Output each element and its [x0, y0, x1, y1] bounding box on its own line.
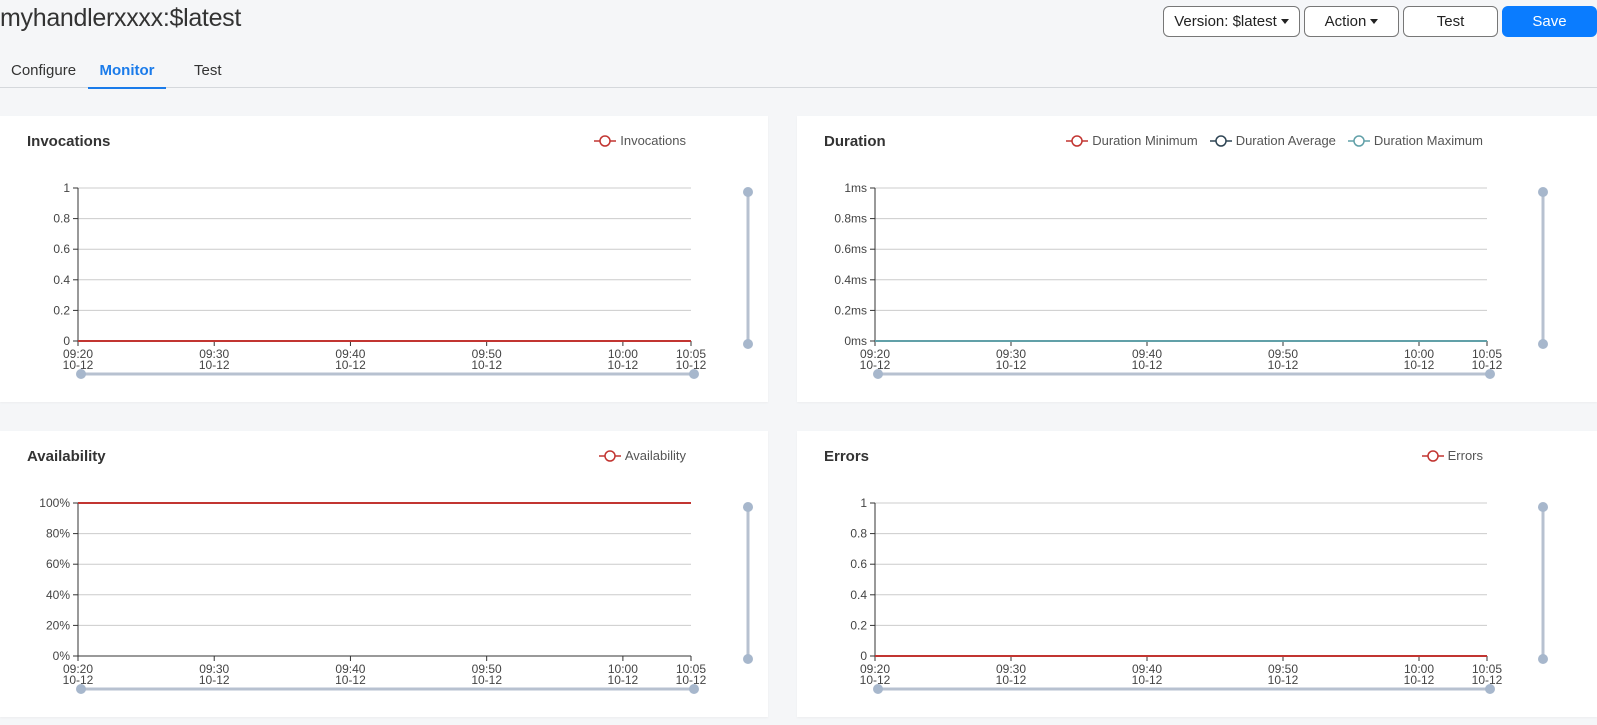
version-label: Version: $latest	[1174, 13, 1277, 30]
y-tick-label: 0	[63, 334, 70, 348]
action-dropdown-button[interactable]: Action	[1304, 6, 1399, 37]
save-button[interactable]: Save	[1502, 6, 1597, 37]
x-tick-label-date: 10-12	[1132, 358, 1163, 372]
caret-down-icon	[1280, 19, 1289, 24]
errors-chart: 00.20.40.60.8109:2010-1209:3010-1209:401…	[850, 496, 1548, 694]
x-tick-label-date: 10-12	[1132, 673, 1163, 687]
tab-bar: Configure Monitor Test	[0, 56, 1597, 89]
y-zoom-handle-top[interactable]	[1538, 187, 1548, 197]
page-title: myhandlerxxxx:$latest	[0, 4, 242, 32]
x-zoom-handle-end[interactable]	[1485, 684, 1495, 694]
x-tick-label-date: 10-12	[996, 673, 1027, 687]
x-zoom-handle-start[interactable]	[76, 684, 86, 694]
y-tick-label: 100%	[39, 496, 70, 510]
y-tick-label: 0%	[53, 649, 71, 663]
x-tick-label-date: 10-12	[199, 673, 230, 687]
version-dropdown-button[interactable]: Version: $latest	[1163, 6, 1300, 37]
x-zoom-handle-end[interactable]	[1485, 369, 1495, 379]
x-tick-label-date: 10-12	[608, 358, 639, 372]
tab-test[interactable]: Test	[194, 62, 222, 87]
x-tick-label-date: 10-12	[471, 358, 502, 372]
y-tick-label: 0.8	[53, 212, 70, 226]
y-tick-label: 40%	[46, 588, 70, 602]
availability-chart: 0%20%40%60%80%100%09:2010-1209:3010-1209…	[39, 496, 753, 694]
duration-chart: 0ms0.2ms0.4ms0.6ms0.8ms1ms09:2010-1209:3…	[834, 181, 1548, 379]
y-zoom-handle-top[interactable]	[743, 187, 753, 197]
y-tick-label: 1ms	[844, 181, 867, 195]
test-button[interactable]: Test	[1403, 6, 1498, 37]
y-zoom-handle-bottom[interactable]	[743, 654, 753, 664]
x-tick-label-date: 10-12	[608, 673, 639, 687]
y-tick-label: 0.4ms	[834, 273, 867, 287]
y-tick-label: 20%	[46, 618, 70, 632]
x-zoom-handle-start[interactable]	[873, 684, 883, 694]
x-zoom-handle-end[interactable]	[689, 684, 699, 694]
action-label: Action	[1324, 13, 1367, 30]
x-tick-label-date: 10-12	[996, 358, 1027, 372]
y-zoom-handle-bottom[interactable]	[1538, 654, 1548, 664]
x-tick-label-date: 10-12	[199, 358, 230, 372]
y-tick-label: 0.2ms	[834, 303, 867, 317]
y-tick-label: 0.8	[850, 527, 867, 541]
x-tick-label-date: 10-12	[1268, 358, 1299, 372]
y-tick-label: 80%	[46, 527, 70, 541]
invocations-chart: 00.20.40.60.8109:2010-1209:3010-1209:401…	[53, 181, 753, 379]
x-tick-label-date: 10-12	[335, 358, 366, 372]
x-zoom-handle-end[interactable]	[689, 369, 699, 379]
invocations-panel: Invocations Invocations 0 0.2 0.4 0.6 0.8 1 09…	[0, 116, 768, 402]
y-tick-label: 0.6	[850, 557, 867, 571]
y-tick-label: 0.4	[53, 273, 70, 287]
x-zoom-handle-start[interactable]	[873, 369, 883, 379]
y-zoom-handle-top[interactable]	[1538, 502, 1548, 512]
y-tick-label: 0ms	[844, 334, 867, 348]
x-tick-label-date: 10-12	[1404, 358, 1435, 372]
x-zoom-handle-start[interactable]	[76, 369, 86, 379]
y-zoom-handle-top[interactable]	[743, 502, 753, 512]
x-tick-label-date: 10-12	[335, 673, 366, 687]
y-tick-label: 60%	[46, 557, 70, 571]
y-zoom-handle-bottom[interactable]	[743, 339, 753, 349]
x-tick-label-date: 10-12	[1404, 673, 1435, 687]
y-tick-label: 1	[63, 181, 70, 195]
x-tick-label-date: 10-12	[471, 673, 502, 687]
caret-down-icon	[1370, 19, 1379, 24]
duration-panel: Duration Duration Minimum Duration Averag…	[797, 116, 1597, 402]
y-tick-label: 0.6ms	[834, 242, 867, 256]
y-tick-label: 0	[860, 649, 867, 663]
y-zoom-handle-bottom[interactable]	[1538, 339, 1548, 349]
tab-monitor[interactable]: Monitor	[88, 62, 166, 89]
y-tick-label: 0.2	[53, 303, 70, 317]
y-tick-label: 0.8ms	[834, 212, 867, 226]
x-tick-label-date: 10-12	[1268, 673, 1299, 687]
tab-configure[interactable]: Configure	[11, 62, 76, 87]
y-tick-label: 0.2	[850, 618, 867, 632]
availability-panel: Availability Availability 0% 20% 40% 60% 80%…	[0, 431, 768, 717]
y-tick-label: 0.4	[850, 588, 867, 602]
y-tick-label: 0.6	[53, 242, 70, 256]
errors-panel: Errors Errors 0 0.2 0.4 0.6 0.8 1 09:20 10-12 09…	[797, 431, 1597, 717]
top-actions: Version: $latest Action Test Save	[1163, 6, 1597, 37]
y-tick-label: 1	[860, 496, 867, 510]
